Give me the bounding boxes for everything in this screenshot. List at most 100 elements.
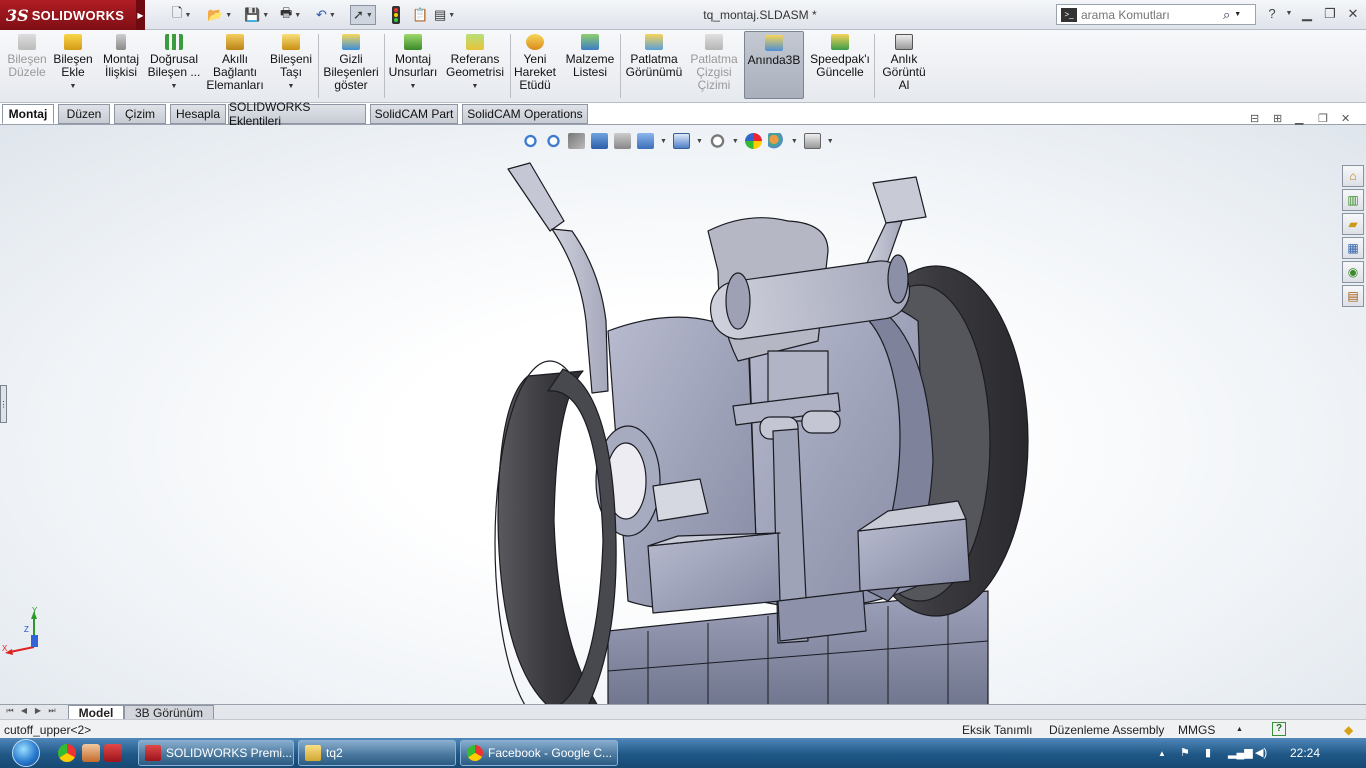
tab-solidcam-part[interactable]: SolidCAM Part xyxy=(370,104,458,124)
new-motion-study-button[interactable]: Yeni Hareket Etüdü xyxy=(512,34,558,100)
zoom-to-area-icon[interactable] xyxy=(545,133,562,149)
section-view-icon[interactable] xyxy=(591,133,608,149)
search-input[interactable] xyxy=(1081,7,1221,22)
edit-appearance-icon[interactable] xyxy=(744,133,762,149)
rebuild-button[interactable] xyxy=(391,5,401,25)
tag-icon[interactable]: ◆ xyxy=(1344,723,1353,737)
task-chrome-facebook[interactable]: Facebook - Google C... xyxy=(460,740,618,766)
unit-system[interactable]: MMGS xyxy=(1178,723,1215,737)
explode-line-sketch-button[interactable]: Patlatma Çizgisi Çizimi xyxy=(688,34,740,100)
dynamic-annotation-icon[interactable] xyxy=(614,133,631,149)
insert-component-button[interactable]: Bileşen Ekle ▼ xyxy=(51,34,95,100)
hide-show-items-icon[interactable] xyxy=(708,133,726,149)
tile-icon[interactable]: ⊟ xyxy=(1250,112,1259,125)
next-tab-icon[interactable]: ▶ xyxy=(32,706,44,718)
assembly-features-button[interactable]: Montaj Unsurları ▼ xyxy=(388,34,438,100)
menu-expand-icon[interactable]: ▶ xyxy=(136,0,145,30)
tab-duzen[interactable]: Düzen xyxy=(58,104,110,124)
chevron-down-icon[interactable]: ▼ xyxy=(1234,11,1241,18)
edit-component-button[interactable]: Bileşen Düzele xyxy=(5,34,49,100)
command-search[interactable]: >_ ⌕ ▼ xyxy=(1056,4,1256,25)
print-button[interactable]: 🖶 ▼ xyxy=(280,5,301,25)
battery-icon[interactable]: ▮ xyxy=(1205,746,1211,759)
display-style-icon[interactable] xyxy=(672,133,690,149)
file-explorer-icon[interactable]: ▰ xyxy=(1342,213,1364,235)
new-document-button[interactable]: 🗋 ▼ xyxy=(172,5,191,25)
tile-vertical-icon[interactable]: ⊞ xyxy=(1273,112,1282,125)
previous-view-icon[interactable] xyxy=(568,133,585,149)
previous-tab-icon[interactable]: ◀ xyxy=(18,706,30,718)
chevron-down-icon[interactable]: ▼ xyxy=(410,80,417,93)
custom-properties-icon[interactable]: ▤ xyxy=(1342,285,1364,307)
reference-geometry-button[interactable]: Referans Geometrisi ▼ xyxy=(444,34,506,100)
linear-pattern-button[interactable]: Doğrusal Bileşen ... ▼ xyxy=(147,34,201,100)
chevron-down-icon[interactable]: ▼ xyxy=(171,80,178,93)
solidworks-logo[interactable]: 3S SOLIDWORKS xyxy=(0,0,136,30)
taskbar-clock[interactable]: 22:24 xyxy=(1290,746,1320,760)
help-icon[interactable]: ? xyxy=(1263,6,1281,21)
graphics-area[interactable]: ▼ ▼ ▼ ▼ ▼ ⌂ ▥ ▰ ▦ ◉ ▤ ⋮ Y Z X xyxy=(0,125,1366,704)
tab-model[interactable]: Model xyxy=(68,705,124,720)
options-button[interactable]: ▤ ▼ xyxy=(434,5,455,25)
move-component-button[interactable]: Bileşeni Taşı ▼ xyxy=(268,34,314,100)
last-tab-icon[interactable]: ⏭ xyxy=(46,706,58,718)
bill-of-materials-button[interactable]: Malzeme Listesi xyxy=(564,34,616,100)
smart-fasteners-button[interactable]: Akıllı Bağlantı Elemanları xyxy=(205,34,265,100)
instant3d-button[interactable]: Anında3B xyxy=(744,31,804,99)
chevron-down-icon[interactable]: ▼ xyxy=(1280,10,1298,17)
restore-icon[interactable]: ❐ xyxy=(1321,6,1339,22)
tab-3d-view[interactable]: 3B Görünüm xyxy=(124,705,214,720)
update-speedpak-button[interactable]: Speedpak'ı Güncelle xyxy=(808,34,872,100)
tab-montaj[interactable]: Montaj xyxy=(2,104,54,124)
task-folder-tq2[interactable]: tq2 xyxy=(298,740,456,766)
search-icon[interactable]: ⌕ xyxy=(1223,7,1230,23)
minimize-icon[interactable]: ▁ xyxy=(1298,6,1316,22)
show-hidden-components-button[interactable]: Gizli Bileşenleri göster xyxy=(322,34,380,100)
task-solidworks[interactable]: SOLIDWORKS Premi... xyxy=(138,740,294,766)
file-properties-button[interactable]: 📋 xyxy=(412,5,428,25)
mate-button[interactable]: Montaj İlişkisi xyxy=(99,34,143,100)
chevron-down-icon[interactable]: ▼ xyxy=(732,138,739,145)
chrome-icon[interactable] xyxy=(58,744,76,762)
undo-button[interactable]: ↶ ▼ xyxy=(316,5,336,25)
view-palette-icon[interactable]: ▦ xyxy=(1342,237,1364,259)
chevron-down-icon[interactable]: ▼ xyxy=(472,80,479,93)
chevron-down-icon[interactable]: ▼ xyxy=(660,138,667,145)
design-library-icon[interactable]: ▥ xyxy=(1342,189,1364,211)
tool-app-icon[interactable] xyxy=(82,744,100,762)
chevron-up-icon[interactable]: ▲ xyxy=(1236,726,1243,733)
view-orientation-icon[interactable] xyxy=(637,133,654,149)
chevron-down-icon[interactable]: ▼ xyxy=(70,80,77,93)
view-settings-icon[interactable] xyxy=(803,133,821,149)
appearances-icon[interactable]: ◉ xyxy=(1342,261,1364,283)
zoom-to-fit-icon[interactable] xyxy=(522,133,539,149)
chevron-down-icon[interactable]: ▼ xyxy=(791,138,798,145)
save-button[interactable]: 💾 ▼ xyxy=(244,5,269,25)
start-button[interactable] xyxy=(4,739,48,767)
close-icon[interactable]: ✕ xyxy=(1344,6,1362,22)
take-snapshot-button[interactable]: Anlık Görüntü Al xyxy=(878,34,930,100)
tab-hesapla[interactable]: Hesapla xyxy=(170,104,226,124)
exploded-view-button[interactable]: Patlatma Görünümü xyxy=(624,34,684,100)
action-center-flag-icon[interactable]: ⚑ xyxy=(1180,746,1190,759)
assembly-model[interactable] xyxy=(488,161,1033,704)
tab-cizim[interactable]: Çizim xyxy=(114,104,166,124)
quick-tips-button[interactable]: ? xyxy=(1272,722,1286,736)
first-tab-icon[interactable]: ⏮ xyxy=(4,706,16,718)
tab-solidcam-operations[interactable]: SolidCAM Operations xyxy=(462,104,588,124)
doc-restore-icon[interactable]: ❐ xyxy=(1318,112,1328,125)
home-icon[interactable]: ⌂ xyxy=(1342,165,1364,187)
feature-manager-expand-handle[interactable]: ⋮ xyxy=(0,385,8,423)
show-hidden-tray-icon[interactable]: ▲ xyxy=(1158,749,1166,758)
solidworks-pinned-icon[interactable] xyxy=(104,744,122,762)
open-button[interactable]: 📂 ▼ xyxy=(207,5,232,25)
chevron-down-icon[interactable]: ▼ xyxy=(827,138,834,145)
chevron-down-icon[interactable]: ▼ xyxy=(288,80,295,93)
doc-close-icon[interactable]: ✕ xyxy=(1341,112,1350,125)
chevron-down-icon[interactable]: ▼ xyxy=(696,138,703,145)
select-button[interactable]: ➚ ▼ xyxy=(350,5,376,25)
volume-icon[interactable]: ◀) xyxy=(1255,746,1267,759)
tab-solidworks-addins[interactable]: SOLIDWORKS Eklentileri xyxy=(228,100,366,128)
doc-minimize-icon[interactable]: ▁ xyxy=(1295,112,1303,125)
network-icon[interactable]: ▂▄▆ xyxy=(1228,746,1253,759)
